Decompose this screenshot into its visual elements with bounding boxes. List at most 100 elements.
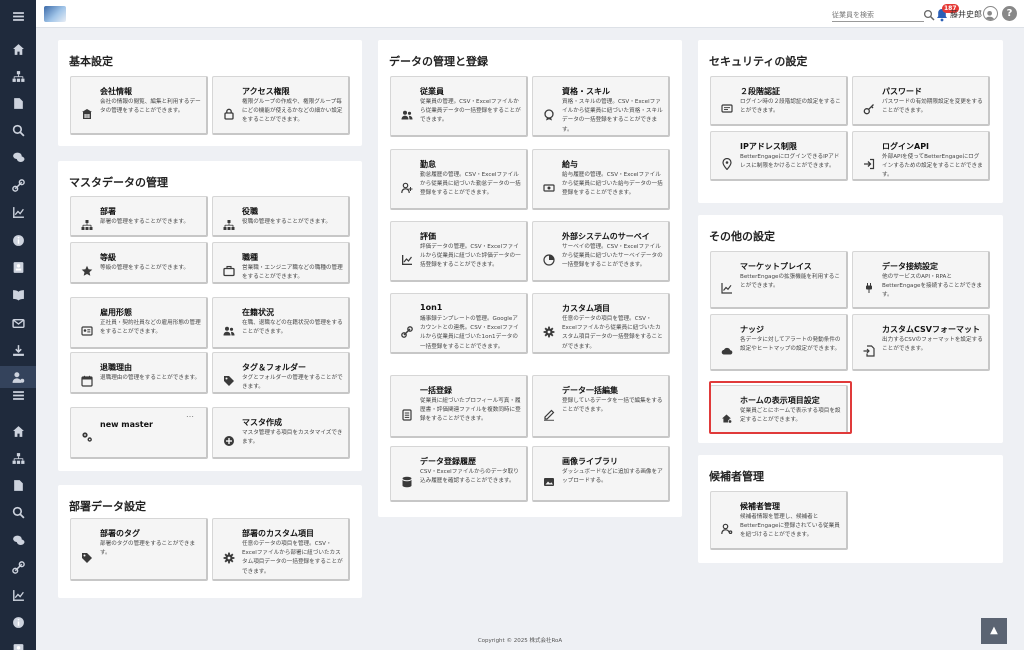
sidebar-chat-item[interactable] xyxy=(0,529,36,551)
top-bar: 187 藤井史郎 ? xyxy=(36,0,1024,28)
settings-card[interactable]: パスワード パスワードの有効期限設定を変更をすることができます。 xyxy=(852,76,990,126)
sidebar-info-item[interactable] xyxy=(0,229,36,251)
settings-card[interactable]: 従業員 従業員の管理。CSV・Excelファイルから従業員データの一括登録をするこ… xyxy=(390,76,528,137)
settings-card[interactable]: タグ＆フォルダー タグとフォルダーの管理をすることができます。 xyxy=(212,352,350,394)
settings-card[interactable]: マーケットプレイス BetterEngageの拡張機能を利用することができます。 xyxy=(710,251,848,309)
profile-card-icon xyxy=(12,261,25,274)
sidebar-chart-item[interactable] xyxy=(0,201,36,223)
card-title: ２段階認証 xyxy=(740,87,780,96)
settings-card[interactable]: アクセス権限 権限グループの作成や、権限グループ毎にどの機能が使えるかなどの細かい… xyxy=(212,76,350,135)
card-title: アクセス権限 xyxy=(242,87,290,96)
database-icon xyxy=(401,473,413,488)
settings-card[interactable]: カスタムCSVフォーマット 出力するCSVのフォーマットを設定することができます。 xyxy=(852,314,990,371)
card-title: データ接続設定 xyxy=(882,262,938,271)
sidebar-document-item[interactable] xyxy=(0,92,36,114)
card-title: 資格・スキル xyxy=(562,87,610,96)
settings-card[interactable]: 在籍状況 在職、退職などの在籍状況の管理をすることができます。 xyxy=(212,297,350,349)
settings-card[interactable]: 候補者管理 候補者情報を管理し、候補者とBetterEngageに登録されている従… xyxy=(710,491,848,550)
card-description: 在職、退職などの在籍状況の管理をすることができます。 xyxy=(242,320,343,336)
settings-card[interactable]: ２段階認証 ログイン時の２段階認証の設定をすることができます。 xyxy=(710,76,848,126)
sidebar-chat-item[interactable] xyxy=(0,146,36,168)
highlight-frame xyxy=(709,381,852,434)
card-description: 退職理由の管理をすることができます。 xyxy=(100,375,201,381)
settings-card[interactable]: 職種 営業職・エンジニア職などの職種の管理をすることができます。 xyxy=(212,242,350,284)
sidebar-org-chart-item[interactable] xyxy=(0,65,36,87)
sidebar-home-item[interactable] xyxy=(0,38,36,60)
sidebar-link-item[interactable] xyxy=(0,556,36,578)
card-description: 部署の管理をすることができます。 xyxy=(100,219,189,225)
sidebar-info-item[interactable] xyxy=(0,611,36,633)
sidebar-profile-card-item[interactable] xyxy=(0,638,36,650)
sidebar-document-item[interactable] xyxy=(0,474,36,496)
settings-card[interactable]: 一括登録 従業員に紐づいたプロフィール写真・履歴書・評価関連ファイルを複数同時に登… xyxy=(390,375,528,438)
settings-card[interactable]: 画像ライブラリ ダッシュボードなどに追加する画像をアップロードする。 xyxy=(532,446,670,502)
card-title: 従業員 xyxy=(420,87,444,96)
mail-icon xyxy=(11,317,25,330)
settings-card[interactable]: 給与 給与履歴の管理。CSV・Excelファイルから従業員に紐づいた給与データの一… xyxy=(532,149,670,210)
settings-card[interactable]: 役職 役職の管理をすることができます。 xyxy=(212,196,350,237)
card-title: データ登録履歴 xyxy=(420,457,476,466)
sidebar-menu-item[interactable] xyxy=(0,5,36,27)
search-icon xyxy=(12,506,25,519)
card-title: 部署 xyxy=(100,207,116,216)
card-description: サーベイの管理。CSV・Excelファイルから従業員に紐づいたサーベイデータの一… xyxy=(562,244,663,269)
card-description: 従業員に紐づいたプロフィール写真・履歴書・評価関連ファイルを複数同時に登録をする… xyxy=(420,398,521,423)
card-title: 外部システムのサーベイ xyxy=(562,232,650,241)
settings-card[interactable]: 部署部署の管理をすることができます。 xyxy=(70,196,208,237)
section-title: マスタデータの管理 xyxy=(69,176,168,189)
sidebar-org-chart-item[interactable] xyxy=(0,447,36,469)
user-gear-icon xyxy=(721,520,733,535)
settings-card[interactable]: データ接続設定 他のサービスのAPI・RPAとBetterEngageを接続するこ… xyxy=(852,251,990,309)
settings-card[interactable]: 外部システムのサーベイサーベイの管理。CSV・Excelファイルから従業員に紐づ… xyxy=(532,221,670,282)
sidebar-link-item[interactable] xyxy=(0,174,36,196)
settings-card[interactable]: 等級 等級の管理をすることができます。 xyxy=(70,242,208,284)
search-icon[interactable] xyxy=(923,9,935,21)
settings-card[interactable]: 資格・スキル 資格・スキルの管理。CSV・Excelファイルから従業員に紐づいた資… xyxy=(532,76,670,137)
sidebar-profile-card-item[interactable] xyxy=(0,256,36,278)
settings-card[interactable]: 部署のタグ 部署のタグの管理をすることができます。 xyxy=(70,518,208,581)
pen-icon xyxy=(543,406,555,421)
card-description: 役職の管理をすることができます。 xyxy=(242,219,331,225)
sidebar-chart-item[interactable] xyxy=(0,584,36,606)
sidebar-menu-item[interactable] xyxy=(0,384,36,406)
chart-icon xyxy=(12,589,25,602)
sidebar-home-item[interactable] xyxy=(0,420,36,442)
settings-card[interactable]: 会社情報 会社の情報の閲覧、編集と利用するデータの管理をすることができます。 xyxy=(70,76,208,135)
settings-card[interactable]: マスタ作成 マスタ管理する項目をカスタマイズできます。 xyxy=(212,407,350,459)
settings-card[interactable]: 部署のカスタム項目 任意のデータの項目を管理。CSV・Excelファイルから部署に… xyxy=(212,518,350,581)
back-to-top-button[interactable]: ▲ xyxy=(981,618,1007,644)
card-title: 候補者管理 xyxy=(740,502,780,511)
settings-card[interactable]: データ登録履歴 CSV・Excelファイルからのデータ取り込み履歴を確認することが… xyxy=(390,446,528,502)
settings-card[interactable]: 勤怠 勤怠履歴の管理。CSV・Excelファイルから従業員に紐づいた勤怠データの一… xyxy=(390,149,528,210)
settings-card[interactable]: データ一括編集 登録しているデータを一括で編集をすることができます。 xyxy=(532,375,670,438)
card-description: 等級の管理をすることができます。 xyxy=(100,265,189,271)
settings-card[interactable]: IPアドレス制限 BetterEngageにログインできるIPアドレスに制限をかけ… xyxy=(710,131,848,181)
settings-card[interactable]: ナッジ 各データに対してアラートの発動条件の設定やヒートマップの設定ができます。 xyxy=(710,314,848,371)
link-icon xyxy=(401,323,413,338)
settings-card[interactable]: 退職理由 退職理由の管理をすることができます。 xyxy=(70,352,208,394)
settings-card[interactable]: 1on1 議事録テンプレートの管理。Googleアカウントとの連携。CSV・Exc… xyxy=(390,293,528,354)
tag-icon xyxy=(223,372,235,386)
settings-card[interactable]: カスタム項目 任意のデータの項目を管理。CSV・Excelファイルから従業員に紐づ… xyxy=(532,293,670,354)
sidebar-mail-item[interactable] xyxy=(0,312,36,334)
settings-card[interactable]: 雇用形態 正社員・契約社員などの雇用形態の管理をすることができます。 xyxy=(70,297,208,349)
id-card-icon xyxy=(81,322,93,336)
badge-icon xyxy=(543,106,555,121)
org-chart-icon xyxy=(81,216,93,230)
help-icon[interactable]: ? xyxy=(1002,6,1017,21)
sidebar-download-item[interactable] xyxy=(0,339,36,361)
survey-icon xyxy=(543,251,555,266)
sidebar-search-item[interactable] xyxy=(0,119,36,141)
card-description: 給与履歴の管理。CSV・Excelファイルから従業員に紐づいた給与データの一括登… xyxy=(562,172,663,197)
user-name[interactable]: 藤井史郎 xyxy=(950,9,982,20)
settings-card[interactable]: ログインAPI 外部APIを使ってBetterEngageにログインするための設定… xyxy=(852,131,990,181)
settings-card[interactable]: 評価 評価データの管理。CSV・Excelファイルから従業員に紐づいた評価データの… xyxy=(390,221,528,282)
more-options-icon[interactable]: … xyxy=(186,410,194,419)
info-icon xyxy=(12,234,25,247)
sidebar-search-item[interactable] xyxy=(0,501,36,523)
employee-search-input[interactable] xyxy=(832,9,924,22)
avatar[interactable] xyxy=(983,6,998,21)
card-description: 評価データの管理。CSV・Excelファイルから従業員に紐づいた評価データの一括… xyxy=(420,244,521,269)
sidebar-book-item[interactable] xyxy=(0,283,36,305)
company-logo[interactable] xyxy=(44,6,66,22)
